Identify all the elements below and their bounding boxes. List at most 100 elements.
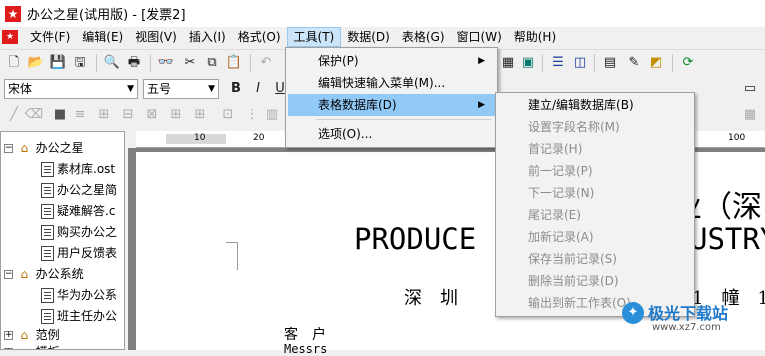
menu-edit[interactable]: 编辑(E) (76, 27, 129, 47)
submenu-item-next-record[interactable]: 下一记录(N) (498, 182, 692, 204)
menu-window[interactable]: 窗口(W) (451, 27, 508, 47)
undo-icon[interactable]: ↶ (256, 53, 276, 73)
document-icon (41, 183, 54, 198)
menu-separator (316, 119, 491, 120)
tree-folder-office-system[interactable]: − ⌂ 办公系统 (4, 264, 84, 284)
fill-color-icon[interactable]: ■ (50, 105, 70, 125)
row-insert-icon[interactable]: ⊞ (166, 105, 186, 125)
tree-label: 办公系统 (35, 267, 84, 281)
tree-label: 华为办公系 (57, 288, 118, 302)
new-document-icon[interactable]: 🗋 (4, 53, 24, 73)
tree-item-material[interactable]: 素材库.ost (41, 159, 115, 179)
menu-data[interactable]: 数据(D) (341, 27, 396, 47)
tree-item-purchase[interactable]: 购买办公之 (41, 222, 117, 242)
collapse-icon[interactable]: − (4, 270, 13, 279)
print-icon[interactable]: 🖶 (124, 53, 144, 73)
tree-item-feedback[interactable]: 用户反馈表 (41, 243, 117, 263)
submenu-item-last-record[interactable]: 尾记录(E) (498, 204, 692, 226)
cell-border-icon[interactable]: ⊞ (94, 105, 114, 125)
submenu-item-add-record[interactable]: 加新记录(A) (498, 226, 692, 248)
expand-icon[interactable]: + (4, 331, 13, 340)
menu-help[interactable]: 帮助(H) (508, 27, 562, 47)
menu-file[interactable]: 文件(F) (24, 27, 76, 47)
italic-icon[interactable]: I (248, 79, 268, 99)
doc-title-en-right: USTRY (690, 222, 765, 256)
font-size-value: 五号 (147, 82, 172, 96)
house-icon: ⌂ (20, 267, 29, 281)
menu-item-label: 保护(P) (318, 54, 359, 68)
save-icon[interactable]: 💾 (48, 53, 68, 73)
menu-tools[interactable]: 工具(T) (286, 27, 342, 47)
document-icon (41, 288, 54, 303)
submenu-item-delete-record[interactable]: 删除当前记录(D) (498, 270, 692, 292)
edit-document-icon[interactable]: ✎ (624, 53, 644, 73)
font-name-select[interactable]: 宋体 ▼ (4, 79, 138, 99)
menu-insert[interactable]: 插入(I) (183, 27, 232, 47)
table-style-icon[interactable]: ▥ (262, 105, 282, 125)
page-layout-icon[interactable]: ▤ (600, 53, 620, 73)
submenu-item-save-record[interactable]: 保存当前记录(S) (498, 248, 692, 270)
table-grid-icon[interactable]: ▣ (518, 53, 538, 73)
open-folder-icon[interactable]: 📂 (26, 53, 46, 73)
bold-icon[interactable]: B (226, 79, 246, 99)
font-size-select[interactable]: 五号 ▼ (143, 79, 219, 99)
tree-folder-templates[interactable]: + ⌂ 模板 (4, 342, 60, 349)
paste-icon[interactable]: 📋 (224, 53, 244, 73)
ruler-tick-label: 20 (253, 133, 265, 143)
cell-merge-icon[interactable]: ⊟ (118, 105, 138, 125)
tree-item-intro[interactable]: 办公之星简 (41, 180, 117, 200)
submenu-item-prev-record[interactable]: 前一记录(P) (498, 160, 692, 182)
house-icon: ⌂ (17, 342, 32, 349)
site-watermark: ✦ 极光下载站 www.xz7.com (620, 298, 765, 338)
line-style-icon[interactable]: ≡ (70, 105, 90, 125)
tree-label: 素材库.ost (57, 162, 116, 176)
save-all-icon[interactable]: 🖫 (70, 53, 90, 73)
menu-view[interactable]: 视图(V) (129, 27, 183, 47)
align-grid-icon[interactable]: ⊡ (218, 105, 238, 125)
submenu-item-first-record[interactable]: 首记录(H) (498, 138, 692, 160)
insert-box-icon[interactable]: ▭ (740, 79, 760, 99)
menu-item-protect[interactable]: 保护(P) ▶ (288, 50, 495, 72)
tree-folder-office-star[interactable]: − ⌂ 办公之星 (4, 138, 84, 158)
eraser-icon[interactable]: ⌫ (24, 105, 44, 125)
tree-label: 办公之星 (35, 141, 84, 155)
menu-item-table-database[interactable]: 表格数据库(D) ▶ (288, 94, 495, 116)
title-bar: ★ 办公之星(试用版) - [发票2] (0, 0, 765, 27)
document-icon (41, 246, 54, 261)
distribute-icon[interactable]: ⋮ (242, 105, 262, 125)
document-icon (41, 204, 54, 219)
menu-item-quick-input[interactable]: 编辑快速输入菜单(M)... (288, 72, 495, 94)
customer-label: 客 户 (284, 327, 326, 343)
tree-label: 用户反馈表 (57, 246, 118, 260)
tree-item-huawei[interactable]: 华为办公系 (41, 285, 117, 305)
table-insert-icon[interactable]: ▦ (498, 53, 518, 73)
menu-format[interactable]: 格式(O) (232, 27, 287, 47)
split-columns-icon[interactable]: ◫ (570, 53, 590, 73)
column-insert-icon[interactable]: ⊞ (190, 105, 210, 125)
copy-icon[interactable]: ⧉ (202, 53, 222, 73)
toolbar-separator (150, 54, 151, 72)
cell-split-icon[interactable]: ⊠ (142, 105, 162, 125)
find-binoculars-icon[interactable]: 👓 (156, 53, 176, 73)
document-window-icon[interactable]: ★ (2, 30, 18, 44)
print-preview-icon[interactable]: 🔍 (102, 53, 122, 73)
cut-icon[interactable]: ✂ (180, 53, 200, 73)
watermark-url: www.xz7.com (652, 322, 721, 333)
submenu-item-create-db[interactable]: 建立/编辑数据库(B) (498, 94, 692, 116)
table-props-icon[interactable]: ▦ (740, 105, 760, 125)
messrs-label: Messrs (284, 342, 328, 356)
highlight-icon[interactable]: ◩ (646, 53, 666, 73)
pen-icon[interactable]: ╱ (4, 105, 24, 125)
menu-item-options[interactable]: 选项(O)... (288, 123, 495, 145)
tree-item-faq[interactable]: 疑难解答.c (41, 201, 115, 221)
doc-title-en-left: PRODUCE (354, 222, 477, 256)
house-icon: ⌂ (20, 141, 29, 155)
split-rows-icon[interactable]: ☰ (548, 53, 568, 73)
submenu-item-field-names[interactable]: 设置字段名称(M) (498, 116, 692, 138)
tree-item-teacher[interactable]: 班主任办公 (41, 306, 117, 326)
tree-label: 办公之星简 (57, 183, 118, 197)
collapse-icon[interactable]: − (4, 144, 13, 153)
menu-table[interactable]: 表格(G) (396, 27, 451, 47)
refresh-icon[interactable]: ⟳ (678, 53, 698, 73)
tree-label: 模板 (36, 345, 60, 349)
